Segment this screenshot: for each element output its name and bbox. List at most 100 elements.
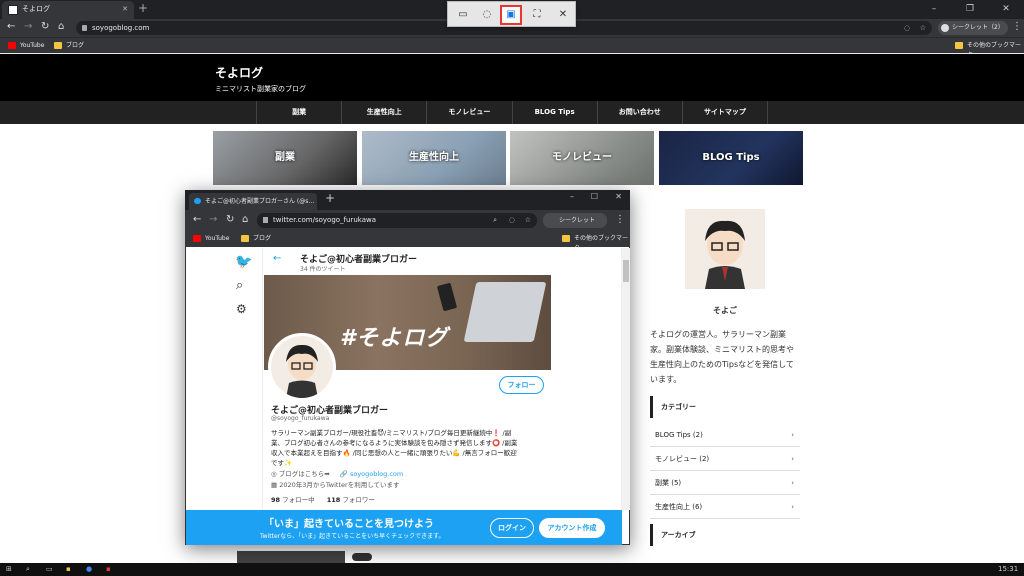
- browser-tab[interactable]: そよログ ✕: [2, 1, 134, 19]
- author-bio-line: 家。副業体験談、ミニマリスト的思考や: [650, 345, 794, 354]
- new-tab-button[interactable]: +: [138, 0, 152, 18]
- nav-item-blog-tips[interactable]: BLOG Tips: [511, 101, 597, 124]
- search-icon[interactable]: ⌕: [26, 563, 30, 576]
- signup-bar-subtitle: Twitterなら、「いま」起きていることをいち早くチェックできます。: [260, 533, 445, 540]
- popup-new-tab-button[interactable]: +: [325, 191, 335, 205]
- nav-item-contact[interactable]: お問い合わせ: [596, 101, 682, 124]
- menu-icon[interactable]: ⋮: [615, 214, 625, 225]
- task-view-icon[interactable]: ▭: [46, 563, 53, 576]
- search-icon[interactable]: ⌕: [236, 278, 243, 293]
- author-bio-line: います。: [650, 375, 682, 384]
- nav-item-productivity[interactable]: 生産性向上: [341, 101, 426, 124]
- category-card-review[interactable]: モノレビュー: [510, 131, 654, 185]
- website-link[interactable]: soyogoblog.com: [350, 470, 403, 478]
- follow-stats: 98 フォロー中 118 フォロワー: [271, 496, 375, 504]
- login-button[interactable]: ログイン: [490, 518, 534, 538]
- folder-icon: [562, 235, 570, 242]
- close-window-icon[interactable]: ✕: [988, 0, 1024, 19]
- author-avatar: [685, 209, 765, 289]
- popup-incognito-badge[interactable]: シークレット（2）: [543, 213, 607, 239]
- freeform-snip-icon[interactable]: ◌: [476, 5, 498, 25]
- post-thumbnail[interactable]: [237, 551, 345, 563]
- tweet-count: 34 件のツイート: [300, 266, 346, 273]
- category-heading: カテゴリー: [650, 396, 800, 418]
- archive-heading: アーカイブ: [650, 524, 800, 546]
- office-icon[interactable]: ▪: [106, 563, 111, 576]
- incognito-eye-icon[interactable]: ◌: [509, 213, 515, 228]
- reload-icon[interactable]: ↻: [41, 21, 49, 32]
- close-icon[interactable]: ✕: [552, 5, 574, 25]
- popup-address-bar[interactable]: twitter.com/soyogo_furukawa ⌕ ◌ ☆: [257, 213, 537, 228]
- nav-item-fukugyo[interactable]: 副業: [256, 101, 341, 124]
- window-snip-icon[interactable]: ▣: [500, 5, 522, 25]
- maximize-icon[interactable]: ❐: [952, 0, 988, 19]
- forward-icon[interactable]: →: [24, 21, 32, 32]
- incognito-badge[interactable]: シークレット（2）: [938, 21, 1008, 35]
- nav-item-review[interactable]: モノレビュー: [426, 101, 511, 124]
- author-bio-line: そよログの運営人。サラリーマン副業: [650, 330, 786, 339]
- bookmark-youtube[interactable]: YouTube: [8, 41, 44, 51]
- back-arrow-icon[interactable]: ←: [273, 253, 281, 264]
- twitter-logo-icon[interactable]: 🐦: [235, 254, 252, 270]
- taskbar: ⊞ ⌕ ▭ ▪ ● ▪ 15:31: [0, 563, 1024, 576]
- incognito-eye-icon[interactable]: ◌: [904, 21, 910, 35]
- explorer-icon[interactable]: ▪: [66, 563, 71, 576]
- settings-gear-icon[interactable]: ⚙: [236, 302, 247, 316]
- forward-icon[interactable]: →: [209, 214, 217, 225]
- reload-icon[interactable]: ↻: [226, 214, 234, 225]
- search-icon[interactable]: ⌕: [493, 213, 497, 228]
- author-name: そよご: [713, 306, 737, 315]
- profile-location: ◎ ブログはこちら➡ 🔗 soyogoblog.com: [271, 470, 404, 478]
- star-icon[interactable]: ☆: [920, 21, 926, 35]
- post-badge: [352, 553, 372, 561]
- profile-avatar[interactable]: [268, 333, 336, 401]
- signup-button[interactable]: アカウント作成: [539, 518, 605, 538]
- lock-icon: [263, 217, 268, 223]
- star-icon[interactable]: ☆: [525, 213, 531, 228]
- back-icon[interactable]: ←: [193, 214, 201, 225]
- clock[interactable]: 15:31: [998, 563, 1018, 576]
- folder-icon: [241, 235, 249, 242]
- banner-laptop-image: [463, 282, 547, 342]
- back-icon[interactable]: ←: [7, 21, 15, 32]
- rect-snip-icon[interactable]: ▭: [452, 5, 474, 25]
- site-title[interactable]: そよログ: [215, 64, 263, 81]
- profile-avatar-illustration: [271, 336, 333, 398]
- folder-icon: [54, 42, 62, 49]
- popup-tab[interactable]: そよご@初心者副業ブロガーさん (@s…: [189, 193, 317, 210]
- signup-bar-title: 「いま」起きていることを見つけよう: [264, 519, 434, 530]
- chevron-right-icon: ›: [791, 503, 794, 511]
- home-icon[interactable]: ⌂: [58, 21, 64, 32]
- menu-icon[interactable]: ⋮: [1012, 21, 1022, 32]
- start-icon[interactable]: ⊞: [6, 563, 12, 576]
- fullscreen-snip-icon[interactable]: ⛶: [526, 5, 548, 25]
- category-link[interactable]: 生産性向上 (6) ›: [650, 496, 800, 519]
- chrome-icon[interactable]: ●: [86, 563, 92, 576]
- popup-close-icon[interactable]: ✕: [615, 192, 622, 201]
- popup-scrollbar[interactable]: [622, 248, 630, 510]
- twitter-favicon-icon: [194, 198, 201, 204]
- home-icon[interactable]: ⌂: [242, 214, 248, 225]
- scrollbar-thumb[interactable]: [623, 260, 629, 282]
- category-link[interactable]: モノレビュー (2) ›: [650, 448, 800, 471]
- category-card-fukugyo[interactable]: 副業: [213, 131, 357, 185]
- twitter-side-nav: 🐦 ⌕ ⚙: [186, 248, 262, 510]
- category-card-productivity[interactable]: 生産性向上: [362, 131, 506, 185]
- tab-close-icon[interactable]: ✕: [122, 1, 128, 18]
- category-link[interactable]: 副業 (5) ›: [650, 472, 800, 495]
- bookmark-blog[interactable]: ブログ: [54, 41, 84, 51]
- follow-button[interactable]: フォロー: [499, 376, 544, 394]
- popup-minimize-icon[interactable]: –: [570, 192, 574, 201]
- bookmark-youtube[interactable]: YouTube: [193, 234, 229, 244]
- author-avatar-illustration: [705, 220, 745, 289]
- minimize-icon[interactable]: –: [916, 0, 952, 19]
- category-link[interactable]: BLOG Tips (2) ›: [650, 424, 800, 447]
- joined-date: ▦ 2020年3月からTwitterを利用しています: [271, 481, 400, 489]
- bookmark-blog[interactable]: ブログ: [241, 234, 271, 244]
- category-card-blog-tips[interactable]: BLOG Tips: [659, 131, 803, 185]
- popup-maximize-icon[interactable]: ☐: [591, 192, 598, 201]
- location-pin-icon: ◎: [271, 470, 277, 478]
- nav-item-sitemap[interactable]: サイトマップ: [681, 101, 769, 124]
- global-nav: 副業 生産性向上 モノレビュー BLOG Tips お問い合わせ サイトマップ: [0, 101, 1024, 124]
- window-controls: – ❐ ✕: [916, 0, 1024, 19]
